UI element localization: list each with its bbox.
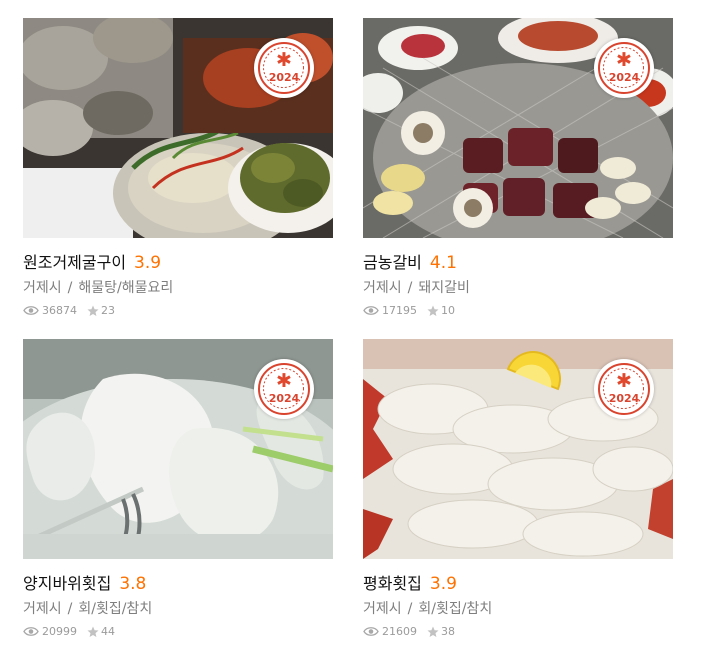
restaurant-card[interactable]: ✱ 2024 양지바위횟집 3.8 거제시 / 회/횟집/참치 20999 44 [23,339,333,638]
award-badge: ✱ 2024 [254,38,314,98]
asterisk-icon: ✱ [276,49,292,71]
meta-separator: / [407,280,413,296]
badge-year: 2024 [268,71,300,84]
restaurant-card[interactable]: ✱ 2024 평화횟집 3.9 거제시 / 회/횟집/참치 21609 38 [363,339,673,638]
star-icon [87,626,99,637]
restaurant-category: 회/횟집/참치 [418,601,493,617]
restaurant-category: 해물탕/해물요리 [78,280,174,296]
restaurant-meta: 거제시 / 회/횟집/참치 [23,598,333,618]
restaurant-photo-link[interactable]: ✱ 2024 [23,339,333,559]
restaurant-region: 거제시 [23,601,62,617]
restaurant-stats: 21609 38 [363,625,673,638]
favorite-count: 23 [101,304,115,317]
meta-separator: / [407,601,413,617]
restaurant-meta: 거제시 / 회/횟집/참치 [363,598,673,618]
meta-separator: / [67,280,73,296]
meta-separator: / [67,601,73,617]
eye-icon [363,627,379,636]
eye-icon [23,306,39,315]
asterisk-icon: ✱ [616,370,632,392]
eye-icon [363,306,379,315]
star-icon [427,626,439,637]
restaurant-stats: 20999 44 [23,625,333,638]
restaurant-category: 회/횟집/참치 [78,601,153,617]
favorite-count: 10 [441,304,455,317]
restaurant-region: 거제시 [363,280,402,296]
favorite-count: 38 [441,625,455,638]
asterisk-icon: ✱ [616,49,632,71]
restaurant-meta: 거제시 / 해물탕/해물요리 [23,277,333,297]
restaurant-region: 거제시 [23,280,62,296]
restaurant-photo-link[interactable]: ✱ 2024 [23,18,333,238]
restaurant-score: 3.9 [134,253,162,273]
restaurant-score: 4.1 [429,253,457,273]
eye-icon [23,627,39,636]
restaurant-photo-link[interactable]: ✱ 2024 [363,339,673,559]
asterisk-icon: ✱ [276,370,292,392]
restaurant-stats: 17195 10 [363,304,673,317]
award-badge: ✱ 2024 [254,359,314,419]
restaurant-region: 거제시 [363,601,402,617]
badge-year: 2024 [608,392,640,405]
view-count: 20999 [42,625,77,638]
badge-year: 2024 [608,71,640,84]
restaurant-category: 돼지갈비 [418,280,470,296]
view-count: 21609 [382,625,417,638]
restaurant-photo-link[interactable]: ✱ 2024 [363,18,673,238]
restaurant-stats: 36874 23 [23,304,333,317]
star-icon [87,305,99,316]
favorite-count: 44 [101,625,115,638]
restaurant-card[interactable]: ✱ 2024 금농갈비 4.1 거제시 / 돼지갈비 17195 10 [363,18,673,317]
restaurant-name[interactable]: 원조거제굴구이 [23,249,126,273]
award-badge: ✱ 2024 [594,38,654,98]
restaurant-name[interactable]: 양지바위횟집 [23,570,111,594]
restaurant-score: 3.9 [429,574,457,594]
view-count: 36874 [42,304,77,317]
view-count: 17195 [382,304,417,317]
award-badge: ✱ 2024 [594,359,654,419]
restaurant-meta: 거제시 / 돼지갈비 [363,277,673,297]
restaurant-card[interactable]: ✱ 2024 원조거제굴구이 3.9 거제시 / 해물탕/해물요리 36874 23 [23,18,333,317]
restaurant-name[interactable]: 평화횟집 [363,570,422,594]
star-icon [427,305,439,316]
badge-year: 2024 [268,392,300,405]
restaurant-name[interactable]: 금농갈비 [363,249,422,273]
restaurant-score: 3.8 [119,574,147,594]
